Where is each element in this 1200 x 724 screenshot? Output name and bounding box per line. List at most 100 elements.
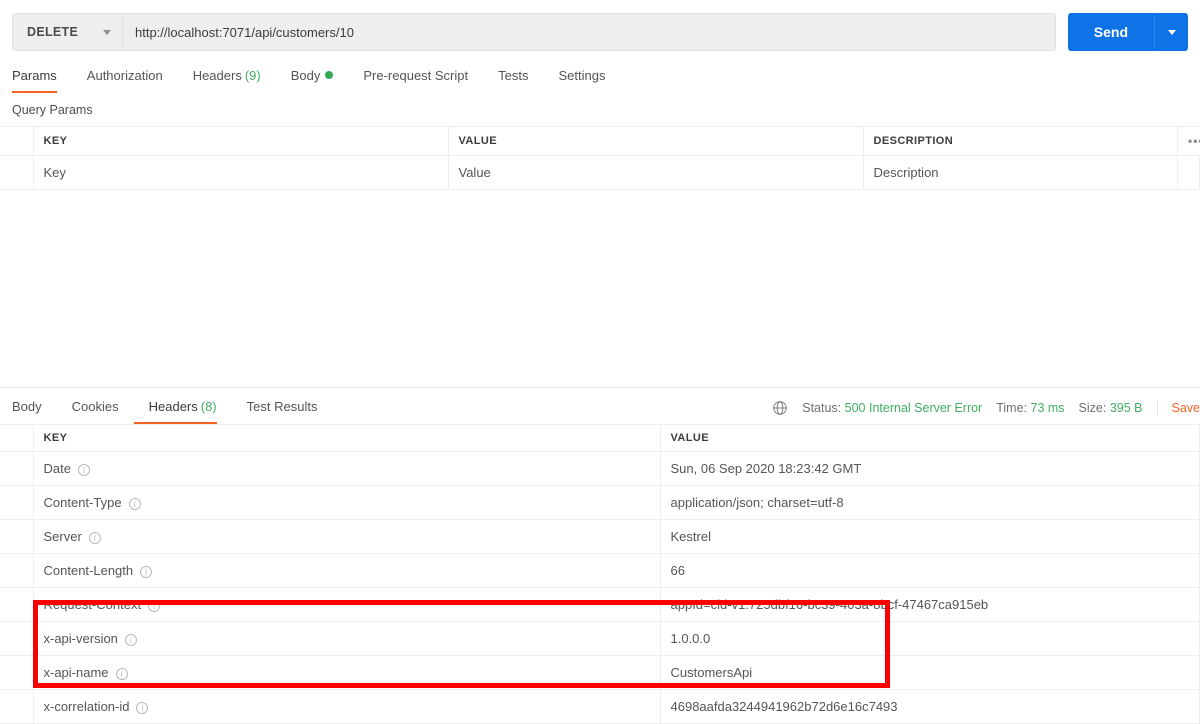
request-tab-params[interactable]: Params <box>12 60 72 93</box>
info-icon[interactable]: i <box>116 668 128 680</box>
table-row: Key Value Description <box>0 156 1200 190</box>
table-row: ServeriKestrel <box>0 520 1200 554</box>
header-value-cell: 4698aafda3244941962b72d6e16c7493 <box>660 690 1200 724</box>
param-value-input[interactable]: Value <box>448 156 863 190</box>
request-tab-pre-request-script[interactable]: Pre-request Script <box>348 60 483 93</box>
info-icon[interactable]: i <box>129 498 141 510</box>
time-label: Time: <box>996 401 1027 415</box>
request-tabs: Params Authorization Headers(9) Body Pre-req… <box>0 55 1200 93</box>
header-key-cell: Serveri <box>33 520 660 554</box>
request-url-input[interactable] <box>123 14 1055 50</box>
time-group: Time: 73 ms <box>996 401 1064 415</box>
response-toolbar: Body Cookies Headers(8) Test Results Status… <box>0 388 1200 424</box>
gutter-cell <box>0 452 33 486</box>
response-meta: Status: 500 Internal Server Error Time: … <box>772 400 1200 424</box>
table-row: DateiSun, 06 Sep 2020 18:23:42 GMT <box>0 452 1200 486</box>
header-key-cell: x-api-name i <box>33 656 660 690</box>
request-tab-authorization[interactable]: Authorization <box>72 60 178 93</box>
response-pane: Body Cookies Headers(8) Test Results Status… <box>0 388 1200 724</box>
tab-label: Headers <box>193 68 242 83</box>
info-icon[interactable]: i <box>136 702 148 714</box>
status-group: Status: 500 Internal Server Error <box>802 401 982 415</box>
header-key-label: x-api-version <box>44 631 118 646</box>
info-icon[interactable]: i <box>78 464 90 476</box>
header-key-cell: x-api-version i <box>33 622 660 656</box>
info-icon[interactable]: i <box>89 532 101 544</box>
table-row: Content-Lengthi66 <box>0 554 1200 588</box>
table-row: x-correlation-id i 4698aafda3244941962b72d… <box>0 690 1200 724</box>
chevron-down-icon <box>1168 30 1176 35</box>
info-icon[interactable]: i <box>148 600 160 612</box>
header-value-cell: Sun, 06 Sep 2020 18:23:42 GMT <box>660 452 1200 486</box>
header-key-label: Content-Type <box>44 495 122 510</box>
header-key-cell: Content-Lengthi <box>33 554 660 588</box>
tab-label: Cookies <box>72 399 119 414</box>
params-column-value: VALUE <box>448 127 863 156</box>
response-tab-body[interactable]: Body <box>12 391 57 424</box>
table-row: x-api-name i CustomersApi <box>0 656 1200 690</box>
header-value-cell: 1.0.0.0 <box>660 622 1200 656</box>
header-key-label: Request-Context <box>44 597 142 612</box>
param-description-input[interactable]: Description <box>863 156 1178 190</box>
gutter-cell <box>0 520 33 554</box>
save-response-button[interactable]: Save <box>1157 401 1200 415</box>
table-header-row: KEY VALUE DESCRIPTION ••• <box>0 127 1200 156</box>
response-tabs: Body Cookies Headers(8) Test Results <box>12 391 332 424</box>
request-bar: DELETE Send <box>0 0 1200 55</box>
header-value-cell: Kestrel <box>660 520 1200 554</box>
tab-label: Test Results <box>247 399 318 414</box>
response-tab-cookies[interactable]: Cookies <box>57 391 134 424</box>
request-tab-tests[interactable]: Tests <box>483 60 543 93</box>
headers-column-value: VALUE <box>660 425 1200 452</box>
globe-icon[interactable] <box>772 400 788 416</box>
info-icon[interactable]: i <box>140 566 152 578</box>
send-button[interactable]: Send <box>1068 13 1154 51</box>
response-tab-test-results[interactable]: Test Results <box>232 391 333 424</box>
table-row: x-api-version i 1.0.0.0 <box>0 622 1200 656</box>
status-label: Status: <box>802 401 841 415</box>
tab-label: Authorization <box>87 68 163 83</box>
response-tab-headers[interactable]: Headers(8) <box>134 391 232 424</box>
size-value: 395 B <box>1110 401 1143 415</box>
tab-count: (9) <box>245 68 261 83</box>
header-value-cell: application/json; charset=utf-8 <box>660 486 1200 520</box>
header-value-cell: appId=cid-v1:725dbf16-bc39-403a-8bcf-474… <box>660 588 1200 622</box>
size-label: Size: <box>1079 401 1107 415</box>
header-value-cell: CustomersApi <box>660 656 1200 690</box>
gutter-cell <box>0 554 33 588</box>
gutter-cell <box>0 425 33 452</box>
header-key-cell: Datei <box>33 452 660 486</box>
query-params-table: KEY VALUE DESCRIPTION ••• Key Value Desc… <box>0 126 1200 190</box>
info-icon[interactable]: i <box>125 634 137 646</box>
table-row: Request-Context i appId=cid-v1:725dbf16-bc… <box>0 588 1200 622</box>
gutter-cell <box>0 486 33 520</box>
time-value: 73 ms <box>1031 401 1065 415</box>
tab-count: (8) <box>201 399 217 414</box>
tab-label: Headers <box>149 399 198 414</box>
http-method-dropdown[interactable]: DELETE <box>13 14 123 50</box>
body-present-dot-icon <box>325 71 333 79</box>
params-column-key: KEY <box>33 127 448 156</box>
query-params-title: Query Params <box>0 93 1200 126</box>
url-group: DELETE <box>12 13 1056 51</box>
gutter-cell <box>0 690 33 724</box>
request-tab-body[interactable]: Body <box>276 60 349 93</box>
request-tab-headers[interactable]: Headers(9) <box>178 60 276 93</box>
gutter-cell <box>0 588 33 622</box>
header-key-label: x-api-name <box>44 665 109 680</box>
params-column-description: DESCRIPTION <box>863 127 1178 156</box>
row-menu-cell <box>1178 156 1200 190</box>
param-key-input[interactable]: Key <box>33 156 448 190</box>
request-tab-settings[interactable]: Settings <box>543 60 620 93</box>
chevron-down-icon <box>103 30 111 35</box>
http-method-label: DELETE <box>27 25 78 39</box>
header-value-cell: 66 <box>660 554 1200 588</box>
header-key-label: Date <box>44 461 71 476</box>
status-value: 500 Internal Server Error <box>845 401 983 415</box>
params-bulk-edit-menu-icon[interactable]: ••• <box>1178 127 1200 156</box>
send-options-dropdown[interactable] <box>1154 13 1188 51</box>
tab-label: Params <box>12 68 57 83</box>
tab-label: Body <box>291 68 321 83</box>
header-key-label: x-correlation-id <box>44 699 130 714</box>
row-checkbox-cell[interactable] <box>0 156 33 190</box>
